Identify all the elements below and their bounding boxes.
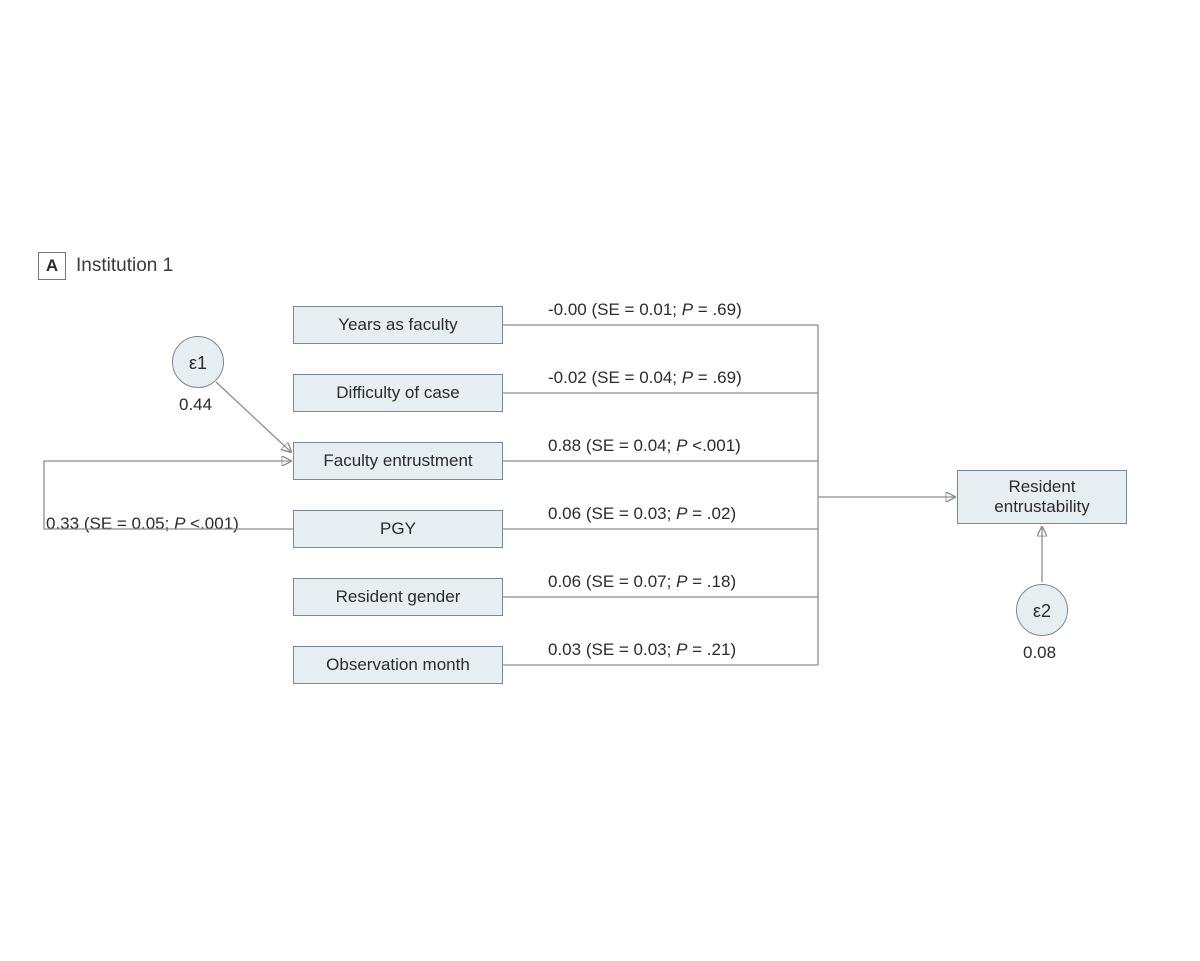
box-label: Resident gender bbox=[336, 587, 461, 607]
box-label: Difficulty of case bbox=[336, 383, 459, 403]
outcome-label-line1: Resident bbox=[1008, 477, 1075, 497]
error-epsilon-2: ε2 bbox=[1016, 584, 1068, 636]
panel-letter-badge: A bbox=[38, 252, 66, 280]
box-resident-gender: Resident gender bbox=[293, 578, 503, 616]
coef-years-as-faculty: -0.00 (SE = 0.01; P = .69) bbox=[548, 300, 742, 320]
box-label: PGY bbox=[380, 519, 416, 539]
box-difficulty-of-case: Difficulty of case bbox=[293, 374, 503, 412]
coef-pgy-to-entrustment: 0.33 (SE = 0.05; P <.001) bbox=[46, 514, 239, 534]
box-faculty-entrustment: Faculty entrustment bbox=[293, 442, 503, 480]
panel-title: Institution 1 bbox=[76, 255, 173, 277]
coef-resident-gender: 0.06 (SE = 0.07; P = .18) bbox=[548, 572, 736, 592]
outcome-label-line2: entrustability bbox=[994, 497, 1089, 517]
path-diagram-stage: A Institution 1 ε1 0.44 Years as faculty… bbox=[0, 0, 1200, 961]
box-years-as-faculty: Years as faculty bbox=[293, 306, 503, 344]
error-epsilon-1-value: 0.44 bbox=[179, 395, 212, 415]
error-epsilon-1: ε1 bbox=[172, 336, 224, 388]
box-pgy: PGY bbox=[293, 510, 503, 548]
box-resident-entrustability: Resident entrustability bbox=[957, 470, 1127, 524]
coef-difficulty: -0.02 (SE = 0.04; P = .69) bbox=[548, 368, 742, 388]
box-label: Observation month bbox=[326, 655, 470, 675]
error-epsilon-2-value: 0.08 bbox=[1023, 643, 1056, 663]
coef-pgy: 0.06 (SE = 0.03; P = .02) bbox=[548, 504, 736, 524]
coef-observation-month: 0.03 (SE = 0.03; P = .21) bbox=[548, 640, 736, 660]
box-label: Faculty entrustment bbox=[323, 451, 472, 471]
box-label: Years as faculty bbox=[338, 315, 457, 335]
coef-faculty-entrustment: 0.88 (SE = 0.04; P <.001) bbox=[548, 436, 741, 456]
box-observation-month: Observation month bbox=[293, 646, 503, 684]
